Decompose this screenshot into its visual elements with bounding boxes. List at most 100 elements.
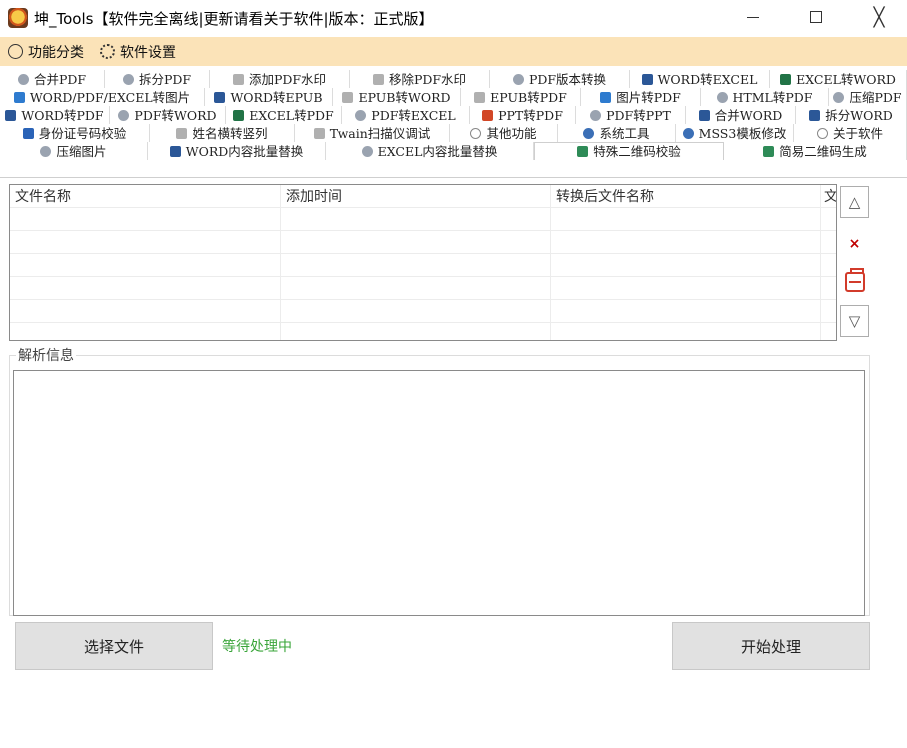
- tab-2-6[interactable]: 合并WORD: [686, 106, 796, 124]
- table-cell: [821, 277, 836, 300]
- tab-label: 拆分PDF: [138, 71, 192, 87]
- menu-bar: 功能分类 软件设置: [0, 37, 907, 66]
- qr-icon: [763, 145, 775, 157]
- select-file-button[interactable]: 选择文件: [15, 622, 213, 670]
- table-cell: [281, 231, 551, 254]
- tab-1-6[interactable]: 压缩PDF: [829, 88, 907, 106]
- tab-3-4[interactable]: 系统工具: [558, 124, 676, 142]
- table-row[interactable]: [10, 208, 836, 231]
- excel-icon: [233, 109, 245, 121]
- doc-icon: [361, 145, 373, 157]
- column-header-file-name[interactable]: 文件名称: [10, 185, 281, 208]
- maximize-icon: [810, 11, 822, 23]
- tab-2-5[interactable]: PDF转PPT: [576, 106, 686, 124]
- word-icon: [698, 109, 710, 121]
- word-icon: [169, 145, 181, 157]
- close-button[interactable]: ╳: [856, 0, 902, 34]
- doc-icon: [355, 109, 367, 121]
- tab-0-1[interactable]: 拆分PDF: [105, 70, 210, 88]
- tab-3-1[interactable]: 姓名横转竖列: [150, 124, 295, 142]
- file-list[interactable]: 文件名称 添加时间 转换后文件名称 文: [9, 184, 837, 341]
- table-cell: [821, 254, 836, 277]
- table-cell: [10, 277, 281, 300]
- table-cell: [821, 231, 836, 254]
- table-row[interactable]: [10, 300, 836, 323]
- tab-label: EXCEL转PDF: [249, 107, 334, 123]
- tab-1-4[interactable]: 图片转PDF: [581, 88, 701, 106]
- tab-label: WORD转EXCEL: [657, 71, 758, 87]
- tab-2-4[interactable]: PPT转PDF: [470, 106, 576, 124]
- gear-icon: [682, 127, 694, 139]
- start-process-button[interactable]: 开始处理: [672, 622, 870, 670]
- column-header-extra[interactable]: 文: [821, 185, 836, 208]
- clear-list-button[interactable]: [840, 266, 869, 298]
- info-icon: [816, 127, 828, 139]
- tab-0-0[interactable]: 合并PDF: [0, 70, 105, 88]
- doc-icon: [590, 109, 602, 121]
- tab-0-2[interactable]: 添加PDF水印: [210, 70, 350, 88]
- table-cell: [551, 231, 821, 254]
- gray-icon: [176, 127, 188, 139]
- menu-item-label: 功能分类: [28, 44, 84, 61]
- tab-4-4[interactable]: 简易二维码生成: [724, 142, 907, 160]
- menu-software-settings[interactable]: 软件设置: [100, 42, 176, 62]
- tab-0-3[interactable]: 移除PDF水印: [350, 70, 490, 88]
- tab-label: 身份证号码校验: [38, 125, 127, 141]
- move-up-button[interactable]: △: [840, 186, 869, 218]
- table-cell: [551, 323, 821, 340]
- tab-label: EPUB转PDF: [490, 89, 567, 105]
- id-icon: [22, 127, 34, 139]
- table-cell: [10, 300, 281, 323]
- menu-function-category[interactable]: 功能分类: [8, 42, 84, 62]
- tab-1-3[interactable]: EPUB转PDF: [461, 88, 581, 106]
- word-icon: [5, 109, 17, 121]
- doc-icon: [17, 73, 29, 85]
- tab-3-0[interactable]: 身份证号码校验: [0, 124, 150, 142]
- tab-label: PDF转EXCEL: [371, 107, 456, 123]
- tab-1-1[interactable]: WORD转EPUB: [205, 88, 333, 106]
- tab-2-1[interactable]: PDF转WORD: [110, 106, 226, 124]
- table-row[interactable]: [10, 231, 836, 254]
- tab-label: WORD/PDF/EXCEL转图片: [29, 89, 191, 105]
- tab-2-2[interactable]: EXCEL转PDF: [226, 106, 342, 124]
- doc-icon: [512, 73, 524, 85]
- tab-2-7[interactable]: 拆分WORD: [796, 106, 907, 124]
- gray-icon: [474, 91, 486, 103]
- tab-2-3[interactable]: PDF转EXCEL: [342, 106, 470, 124]
- ppt-icon: [482, 109, 494, 121]
- tab-1-0[interactable]: WORD/PDF/EXCEL转图片: [0, 88, 205, 106]
- tab-0-4[interactable]: PDF版本转换: [490, 70, 630, 88]
- tab-3-3[interactable]: 其他功能: [450, 124, 558, 142]
- word-icon: [809, 109, 821, 121]
- column-header-converted-name[interactable]: 转换后文件名称: [551, 185, 821, 208]
- tab-3-2[interactable]: Twain扫描仪调试: [295, 124, 450, 142]
- tab-2-0[interactable]: WORD转PDF: [0, 106, 110, 124]
- tab-3-5[interactable]: MSS3模板修改: [676, 124, 794, 142]
- table-row[interactable]: [10, 277, 836, 300]
- column-header-add-time[interactable]: 添加时间: [281, 185, 551, 208]
- tab-4-0[interactable]: 压缩图片: [0, 142, 148, 160]
- move-down-button[interactable]: ▽: [840, 305, 869, 337]
- info-icon: [470, 127, 482, 139]
- img-icon: [13, 91, 25, 103]
- tab-label: 姓名横转竖列: [192, 125, 268, 141]
- tab-4-2[interactable]: EXCEL内容批量替换: [326, 142, 534, 160]
- tab-0-5[interactable]: WORD转EXCEL: [630, 70, 770, 88]
- status-text: 等待处理中: [222, 639, 292, 655]
- minimize-button[interactable]: [730, 0, 776, 34]
- maximize-button[interactable]: [793, 0, 839, 34]
- table-row[interactable]: [10, 254, 836, 277]
- tab-4-3[interactable]: 特殊二维码校验: [534, 142, 724, 160]
- tab-4-1[interactable]: WORD内容批量替换: [148, 142, 326, 160]
- gray-icon: [372, 73, 384, 85]
- delete-button[interactable]: ×: [840, 228, 869, 260]
- tab-3-6[interactable]: 关于软件: [794, 124, 907, 142]
- parse-info-textarea[interactable]: [13, 370, 865, 616]
- tab-0-6[interactable]: EXCEL转WORD: [770, 70, 907, 88]
- table-row[interactable]: [10, 323, 836, 340]
- tab-label: 特殊二维码校验: [593, 144, 681, 159]
- tab-1-2[interactable]: EPUB转WORD: [333, 88, 461, 106]
- tab-1-5[interactable]: HTML转PDF: [701, 88, 829, 106]
- tab-label: 拆分WORD: [825, 107, 893, 123]
- tab-label: PPT转PDF: [498, 107, 563, 123]
